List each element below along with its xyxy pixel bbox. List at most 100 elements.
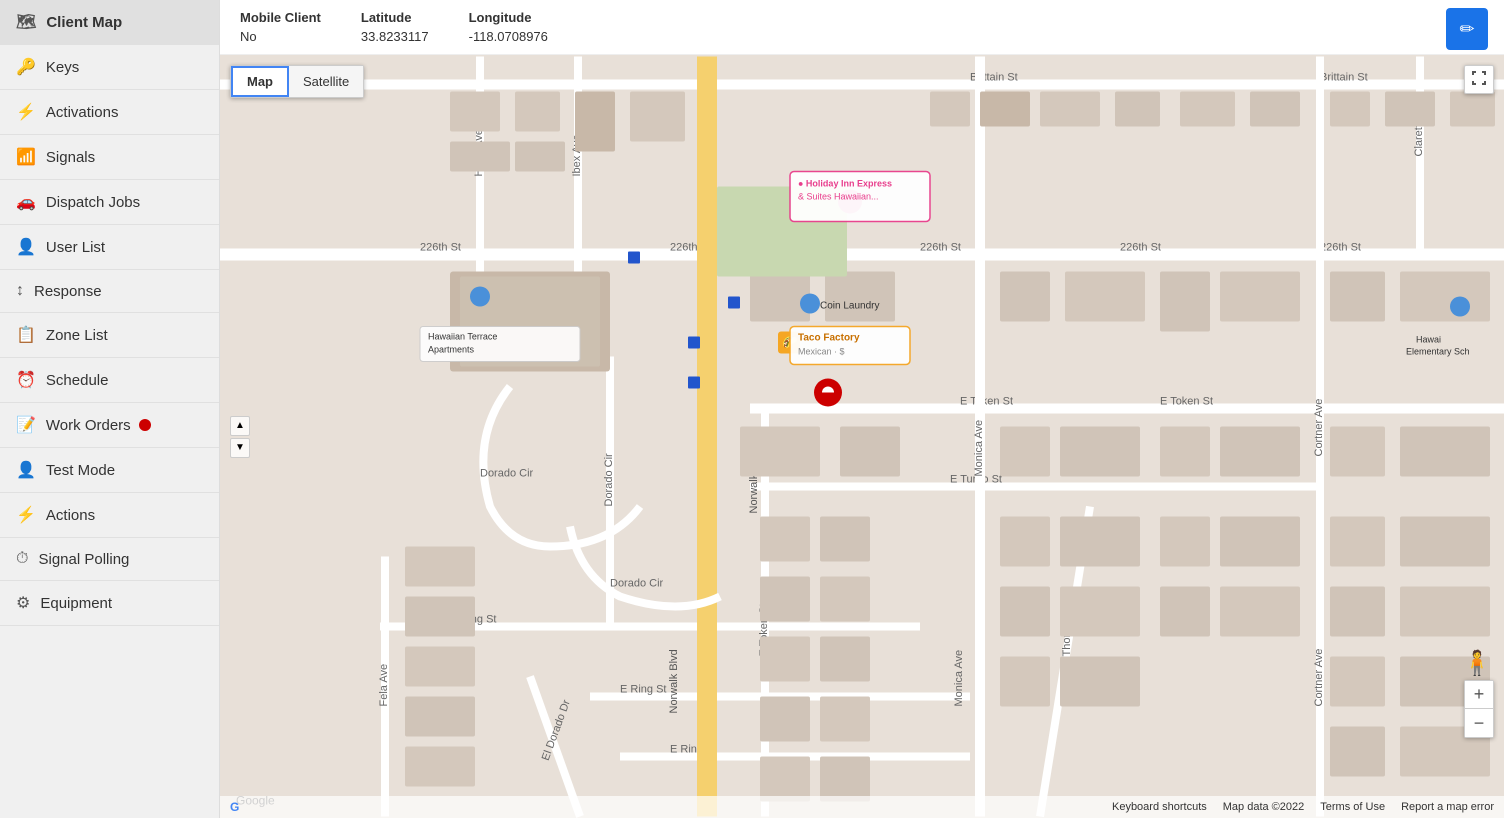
map-type-controls: Map Satellite xyxy=(230,65,364,98)
sidebar-item-label: Dispatch Jobs xyxy=(46,194,140,211)
user-icon: 👤 xyxy=(16,237,36,257)
sidebar-item-work-orders[interactable]: 📝 Work Orders xyxy=(0,403,219,448)
sidebar-item-activations[interactable]: ⚡ Activations xyxy=(0,90,219,135)
svg-text:Mexican · $: Mexican · $ xyxy=(798,347,845,357)
mobile-client-value: No xyxy=(240,29,321,44)
edit-button[interactable]: ✏ xyxy=(1446,8,1488,50)
longitude-header: Longitude xyxy=(469,10,548,25)
sidebar-item-zone-list[interactable]: 📋 Zone List xyxy=(0,313,219,358)
svg-text:226th St: 226th St xyxy=(1120,242,1161,254)
svg-text:& Suites Hawaiian...: & Suites Hawaiian... xyxy=(798,192,879,202)
sidebar-item-label: Actions xyxy=(46,507,95,524)
svg-text:Fela Ave: Fela Ave xyxy=(378,664,390,707)
svg-text:Taco Factory: Taco Factory xyxy=(798,333,860,344)
sidebar-item-dispatch-jobs[interactable]: 🚗 Dispatch Jobs xyxy=(0,180,219,225)
mobile-client-header: Mobile Client xyxy=(240,10,321,25)
dispatch-icon: 🚗 xyxy=(16,192,36,212)
sidebar-item-signals[interactable]: 📶 Signals xyxy=(0,135,219,180)
sidebar-item-label: Keys xyxy=(46,59,79,76)
svg-text:Hawaiian Terrace: Hawaiian Terrace xyxy=(428,332,497,342)
sidebar-item-label: Response xyxy=(34,283,102,300)
sidebar-item-signal-polling[interactable]: ⏱ Signal Polling xyxy=(0,538,219,581)
signals-icon: 📶 xyxy=(16,147,36,167)
longitude-value: -118.0708976 xyxy=(469,29,548,44)
map-button[interactable]: Map xyxy=(231,66,289,97)
terms-link[interactable]: Terms of Use xyxy=(1320,801,1385,813)
zoom-controls: + − xyxy=(1464,680,1494,738)
map-data-link[interactable]: Map data ©2022 xyxy=(1223,801,1305,813)
sidebar-item-schedule[interactable]: ⏰ Schedule xyxy=(0,358,219,403)
svg-text:E Token St: E Token St xyxy=(1160,396,1213,408)
sidebar-item-user-list[interactable]: 👤 User List xyxy=(0,225,219,270)
zoom-in-button[interactable]: + xyxy=(1465,681,1493,709)
svg-text:● Holiday Inn Express: ● Holiday Inn Express xyxy=(798,179,892,189)
svg-text:Monica Ave: Monica Ave xyxy=(973,420,985,477)
sidebar-item-label: Test Mode xyxy=(46,462,115,479)
map-footer: G Keyboard shortcuts Map data ©2022 Term… xyxy=(220,796,1504,818)
equipment-icon: ⚙ xyxy=(16,593,30,613)
sidebar-item-label: Client Map xyxy=(46,14,122,31)
map-svg: Brittain St Brittain St 226th St 226th S… xyxy=(220,55,1504,818)
svg-text:Norwalk Blvd: Norwalk Blvd xyxy=(668,649,680,713)
pan-arrows: ▲ ▼ xyxy=(230,416,250,458)
main-content: Mobile Client No Latitude 33.8233117 Lon… xyxy=(220,0,1504,818)
pan-down-button[interactable]: ▼ xyxy=(230,438,250,458)
svg-text:Apartments: Apartments xyxy=(428,345,475,355)
latitude-col: Latitude 33.8233117 xyxy=(361,10,429,44)
test-mode-icon: 👤 xyxy=(16,460,36,480)
report-link[interactable]: Report a map error xyxy=(1401,801,1494,813)
fullscreen-button[interactable] xyxy=(1464,65,1494,94)
key-icon: 🔑 xyxy=(16,57,36,77)
sidebar-item-label: Signals xyxy=(46,149,95,166)
map-background: Brittain St Brittain St 226th St 226th S… xyxy=(220,55,1504,818)
sidebar-item-label: User List xyxy=(46,239,105,256)
fullscreen-icon xyxy=(1471,70,1487,86)
sidebar-item-client-map[interactable]: 🗺 Client Map xyxy=(0,0,219,45)
map-icon: 🗺 xyxy=(16,12,36,32)
sidebar-item-response[interactable]: ↕ Response xyxy=(0,270,219,313)
sidebar-item-label: Signal Polling xyxy=(38,551,129,568)
zone-icon: 📋 xyxy=(16,325,36,345)
svg-text:Dorado Cir: Dorado Cir xyxy=(610,578,664,590)
svg-text:E Token St: E Token St xyxy=(960,396,1013,408)
svg-text:226th St: 226th St xyxy=(920,242,961,254)
sidebar-item-label: Schedule xyxy=(46,372,109,389)
sidebar-item-label: Zone List xyxy=(46,327,108,344)
sidebar-item-label: Activations xyxy=(46,104,119,121)
svg-text:Cortner Ave: Cortner Ave xyxy=(1313,399,1325,457)
svg-text:Brittain St: Brittain St xyxy=(1320,72,1368,84)
sidebar: 🗺 Client Map 🔑 Keys ⚡ Activations 📶 Sign… xyxy=(0,0,220,818)
sidebar-item-actions[interactable]: ⚡ Actions xyxy=(0,493,219,538)
sidebar-item-label: Work Orders xyxy=(46,417,131,434)
activation-icon: ⚡ xyxy=(16,102,36,122)
street-view-icon[interactable]: 🧍 xyxy=(1462,649,1492,678)
svg-text:226th St: 226th St xyxy=(420,242,461,254)
svg-text:Dorado Cir: Dorado Cir xyxy=(603,453,615,507)
work-orders-icon: 📝 xyxy=(16,415,36,435)
svg-text:Coin Laundry: Coin Laundry xyxy=(820,301,879,312)
svg-text:Cortner Ave: Cortner Ave xyxy=(1313,649,1325,707)
latitude-value: 33.8233117 xyxy=(361,29,429,44)
info-bar: Mobile Client No Latitude 33.8233117 Lon… xyxy=(220,0,1504,55)
longitude-col: Longitude -118.0708976 xyxy=(469,10,548,44)
keyboard-shortcuts-link[interactable]: Keyboard shortcuts xyxy=(1112,801,1207,813)
map-container[interactable]: Map Satellite ▲ ▼ 🧍 + − xyxy=(220,55,1504,818)
zoom-out-button[interactable]: − xyxy=(1465,709,1493,737)
sidebar-item-label: Equipment xyxy=(40,595,112,612)
actions-icon: ⚡ xyxy=(16,505,36,525)
satellite-button[interactable]: Satellite xyxy=(289,66,363,97)
polling-icon: ⏱ xyxy=(16,550,28,568)
svg-text:Hawai: Hawai xyxy=(1416,335,1441,345)
sidebar-item-equipment[interactable]: ⚙ Equipment xyxy=(0,581,219,626)
svg-text:Elementary Sch: Elementary Sch xyxy=(1406,347,1470,357)
svg-text:E Ring St: E Ring St xyxy=(620,684,666,696)
response-icon: ↕ xyxy=(16,282,24,300)
work-orders-badge xyxy=(139,419,151,431)
latitude-header: Latitude xyxy=(361,10,429,25)
pan-up-button[interactable]: ▲ xyxy=(230,416,250,436)
sidebar-item-keys[interactable]: 🔑 Keys xyxy=(0,45,219,90)
sidebar-item-test-mode[interactable]: 👤 Test Mode xyxy=(0,448,219,493)
svg-text:Dorado Cir: Dorado Cir xyxy=(480,468,534,480)
svg-text:Monica Ave: Monica Ave xyxy=(953,650,965,707)
footer-links: Keyboard shortcuts Map data ©2022 Terms … xyxy=(1104,801,1494,813)
